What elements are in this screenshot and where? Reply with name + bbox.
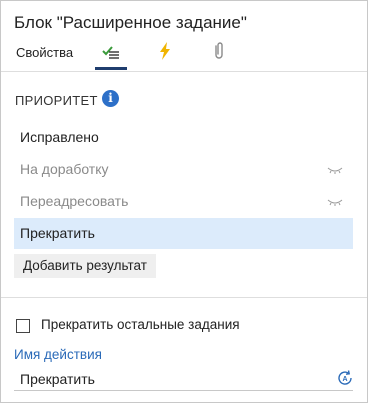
divider	[1, 71, 367, 72]
stop-others-checkbox[interactable]	[16, 319, 30, 333]
add-result-button[interactable]: Добавить результат	[14, 254, 156, 278]
result-row-fixed[interactable]: Исправлено	[14, 122, 353, 153]
tab-properties[interactable]: Свойства	[16, 45, 73, 60]
result-label: Исправлено	[20, 129, 99, 145]
tab-bar: Свойства	[1, 39, 367, 71]
active-tab-indicator	[95, 67, 127, 70]
info-icon[interactable]: i	[102, 90, 119, 107]
result-label: На доработку	[20, 161, 109, 177]
result-label: Переадресовать	[20, 193, 129, 209]
result-label: Прекратить	[20, 225, 95, 241]
eye-closed-icon[interactable]	[327, 197, 343, 207]
block-properties-panel: Блок "Расширенное задание" Свойства ПРИО…	[0, 0, 368, 403]
checklist-icon[interactable]	[100, 40, 122, 62]
result-row-rework[interactable]: На доработку	[14, 154, 353, 185]
divider	[1, 297, 367, 298]
svg-text:A: A	[342, 376, 347, 383]
eye-closed-icon[interactable]	[327, 165, 343, 175]
result-row-stop[interactable]: Прекратить	[14, 218, 353, 249]
field-underline	[14, 390, 353, 391]
stop-others-label[interactable]: Прекратить остальные задания	[41, 317, 240, 332]
result-row-redirect[interactable]: Переадресовать	[14, 186, 353, 217]
action-name-label: Имя действия	[14, 347, 102, 362]
panel-title: Блок "Расширенное задание"	[14, 13, 247, 32]
refresh-icon[interactable]: A	[336, 369, 354, 387]
paperclip-icon[interactable]	[208, 40, 230, 62]
lightning-icon[interactable]	[154, 40, 176, 62]
priority-section-title: ПРИОРИТЕТ	[15, 93, 98, 108]
action-name-field[interactable]: Прекратить	[20, 371, 95, 387]
